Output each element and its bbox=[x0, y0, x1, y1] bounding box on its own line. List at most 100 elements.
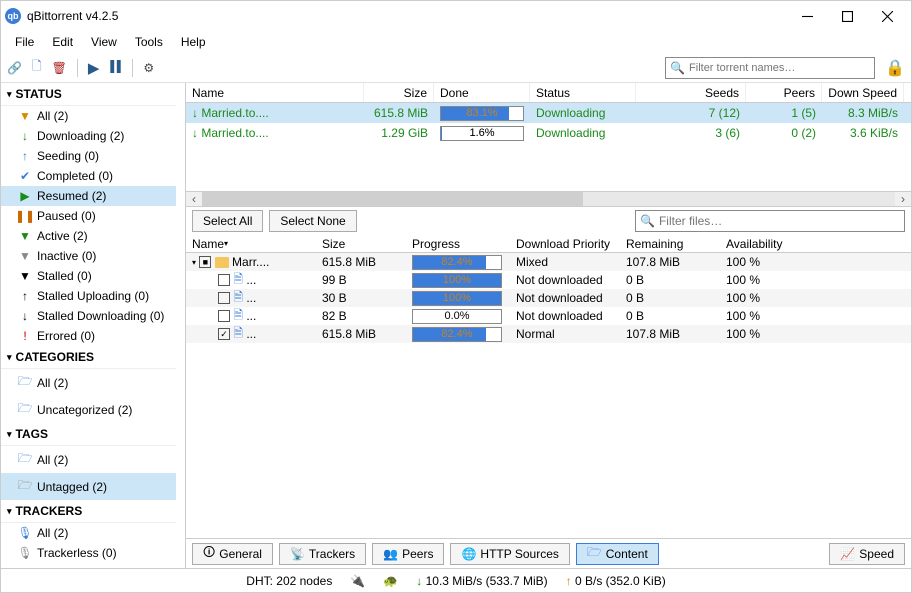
add-file-icon[interactable]: 🗋 bbox=[32, 57, 42, 78]
file-row[interactable]: 🗎 ... 99 B 100% Not downloaded 0 B 100 % bbox=[186, 271, 911, 289]
file-row[interactable]: 🗎 ... 30 B 100% Not downloaded 0 B 100 % bbox=[186, 289, 911, 307]
sidebar-item-status-10[interactable]: ↓ Stalled Downloading (0) bbox=[1, 306, 176, 326]
torrent-filter-input[interactable]: 🔍 bbox=[665, 57, 875, 79]
sidebar-item-status-0[interactable]: ▼ All (2) bbox=[1, 106, 176, 126]
tab-http[interactable]: 🌐HTTP Sources bbox=[450, 543, 569, 565]
arrow-down-icon: ↓ bbox=[19, 129, 31, 143]
sidebar-item-status-11[interactable]: ! Errored (0) bbox=[1, 326, 176, 346]
delete-icon[interactable]: 🗑 bbox=[52, 61, 67, 75]
file-checkbox[interactable]: ✓ bbox=[218, 328, 230, 340]
sidebar-item-trackers-1[interactable]: 🎙 Trackerless (0) bbox=[1, 543, 176, 563]
sidebar-item-status-6[interactable]: ▼ Active (2) bbox=[1, 226, 176, 246]
tab-peers[interactable]: 👥Peers bbox=[372, 543, 444, 565]
sidebar-item-categories-0[interactable]: 🗁 All (2) bbox=[1, 369, 176, 396]
torrent-row[interactable]: ↓ Married.to.... 1.29 GiB 1.6% Downloadi… bbox=[186, 123, 911, 143]
sidebar-item-status-1[interactable]: ↓ Downloading (2) bbox=[1, 126, 176, 146]
sidebar-item-categories-1[interactable]: 🗁 Uncategorized (2) bbox=[1, 396, 176, 423]
menu-edit[interactable]: Edit bbox=[44, 33, 81, 51]
file-row[interactable]: ✓ 🗎 ... 615.8 MiB 82.4% Normal 107.8 MiB… bbox=[186, 325, 911, 343]
sidebar-item-status-4[interactable]: ▶ Resumed (2) bbox=[1, 186, 176, 206]
pause-icon[interactable] bbox=[109, 60, 122, 76]
sidebar-item-status-9[interactable]: ↑ Stalled Uploading (0) bbox=[1, 286, 176, 306]
arrow-down-icon: ↓ bbox=[192, 126, 198, 140]
sidebar-item-tags-1[interactable]: 🗁 Untagged (2) bbox=[1, 473, 176, 500]
sidebar-group-tags[interactable]: ▾ TAGS bbox=[1, 423, 176, 446]
chevron-down-icon: ▾ bbox=[7, 352, 12, 363]
file-row[interactable]: ▾ ■ Marr.... 615.8 MiB 82.4% Mixed 107.8… bbox=[186, 253, 911, 271]
folder-icon: 🗁 bbox=[19, 476, 31, 497]
minimize-button[interactable] bbox=[787, 3, 827, 29]
search-icon: 🔍 bbox=[670, 61, 685, 75]
sidebar-group-status[interactable]: ▾ STATUS bbox=[1, 83, 176, 106]
tracker-icon: 🎙 bbox=[19, 526, 31, 540]
col-size[interactable]: Size bbox=[364, 83, 434, 102]
fcol-priority[interactable]: Download Priority bbox=[510, 235, 620, 252]
fcol-availability[interactable]: Availability bbox=[720, 235, 800, 252]
col-dn[interactable]: Down Speed bbox=[822, 83, 904, 102]
menu-view[interactable]: View bbox=[83, 33, 125, 51]
file-checkbox[interactable]: ■ bbox=[199, 256, 211, 268]
scroll-right-icon[interactable]: › bbox=[895, 192, 911, 206]
sidebar-item-status-7[interactable]: ▼ Inactive (0) bbox=[1, 246, 176, 266]
maximize-button[interactable] bbox=[827, 3, 867, 29]
select-all-button[interactable]: Select All bbox=[192, 210, 263, 232]
sidebar-item-status-8[interactable]: ▼ Stalled (0) bbox=[1, 266, 176, 286]
file-filter-input[interactable]: 🔍 bbox=[635, 210, 905, 232]
col-peers[interactable]: Peers bbox=[746, 83, 822, 102]
tracker-icon: 📡 bbox=[290, 547, 305, 561]
sidebar-group-trackers[interactable]: ▾ TRACKERS bbox=[1, 500, 176, 523]
file-checkbox[interactable] bbox=[218, 310, 230, 322]
fcol-name[interactable]: Name ▾ bbox=[186, 235, 316, 252]
tab-trackers[interactable]: 📡Trackers bbox=[279, 543, 366, 565]
menu-tools[interactable]: Tools bbox=[127, 33, 171, 51]
chevron-down-icon[interactable]: ▾ bbox=[192, 258, 196, 267]
sidebar-item-trackers-0[interactable]: 🎙 All (2) bbox=[1, 523, 176, 543]
menu-help[interactable]: Help bbox=[173, 33, 214, 51]
sidebar-item-tags-0[interactable]: 🗁 All (2) bbox=[1, 446, 176, 473]
file-checkbox[interactable] bbox=[218, 292, 230, 304]
fcol-progress[interactable]: Progress bbox=[406, 235, 510, 252]
lock-icon[interactable]: 🔒 bbox=[885, 58, 905, 78]
arrow-up-icon: ↑ bbox=[19, 289, 31, 303]
col-done[interactable]: Done bbox=[434, 83, 530, 102]
close-button[interactable] bbox=[867, 3, 907, 29]
horizontal-scrollbar[interactable]: ‹ › bbox=[186, 191, 911, 207]
window-title: qBittorrent v4.2.5 bbox=[27, 9, 787, 23]
sidebar-item-label: Stalled (0) bbox=[37, 269, 92, 283]
menu-bar: File Edit View Tools Help bbox=[1, 31, 911, 53]
sidebar-item-status-3[interactable]: ✔ Completed (0) bbox=[1, 166, 176, 186]
play-icon: ▶ bbox=[19, 189, 31, 203]
col-seeds[interactable]: Seeds bbox=[636, 83, 746, 102]
speed-limit-icon[interactable]: 🐢 bbox=[383, 574, 398, 588]
fcol-remaining[interactable]: Remaining bbox=[620, 235, 720, 252]
app-logo-icon: qb bbox=[5, 8, 21, 24]
scroll-thumb[interactable] bbox=[202, 192, 583, 206]
torrent-row[interactable]: ↓ Married.to.... 615.8 MiB 83.1% Downloa… bbox=[186, 103, 911, 123]
sidebar-item-label: Completed (0) bbox=[37, 169, 113, 183]
scroll-left-icon[interactable]: ‹ bbox=[186, 192, 202, 206]
filter-icon: ▼ bbox=[19, 229, 31, 243]
col-status[interactable]: Status bbox=[530, 83, 636, 102]
sidebar-item-status-2[interactable]: ↑ Seeding (0) bbox=[1, 146, 176, 166]
chevron-down-icon: ▾ bbox=[7, 506, 12, 517]
add-link-icon[interactable]: 🔗 bbox=[7, 61, 22, 75]
folder-icon: 🗁 bbox=[19, 399, 31, 420]
files-header: Name ▾ Size Progress Download Priority R… bbox=[186, 235, 911, 253]
tab-speed[interactable]: 📈Speed bbox=[829, 543, 905, 565]
settings-icon[interactable]: ⚙ bbox=[143, 61, 154, 75]
sidebar-item-label: Untagged (2) bbox=[37, 480, 107, 494]
col-name[interactable]: Name bbox=[186, 83, 364, 102]
detail-tabs: 🛈General 📡Trackers 👥Peers 🌐HTTP Sources … bbox=[186, 538, 911, 568]
torrent-list-header: Name Size Done Status Seeds Peers Down S… bbox=[186, 83, 911, 103]
file-checkbox[interactable] bbox=[218, 274, 230, 286]
sidebar-group-categories[interactable]: ▾ CATEGORIES bbox=[1, 346, 176, 369]
file-row[interactable]: 🗎 ... 82 B 0.0% Not downloaded 0 B 100 % bbox=[186, 307, 911, 325]
select-none-button[interactable]: Select None bbox=[269, 210, 356, 232]
tab-general[interactable]: 🛈General bbox=[192, 543, 273, 565]
menu-file[interactable]: File bbox=[7, 33, 42, 51]
tab-content[interactable]: 🗁Content bbox=[576, 543, 659, 565]
resume-icon[interactable]: ▶ bbox=[88, 59, 100, 77]
fcol-size[interactable]: Size bbox=[316, 235, 406, 252]
sidebar-item-status-5[interactable]: ❚❚ Paused (0) bbox=[1, 206, 176, 226]
sidebar-item-label: Stalled Uploading (0) bbox=[37, 289, 149, 303]
